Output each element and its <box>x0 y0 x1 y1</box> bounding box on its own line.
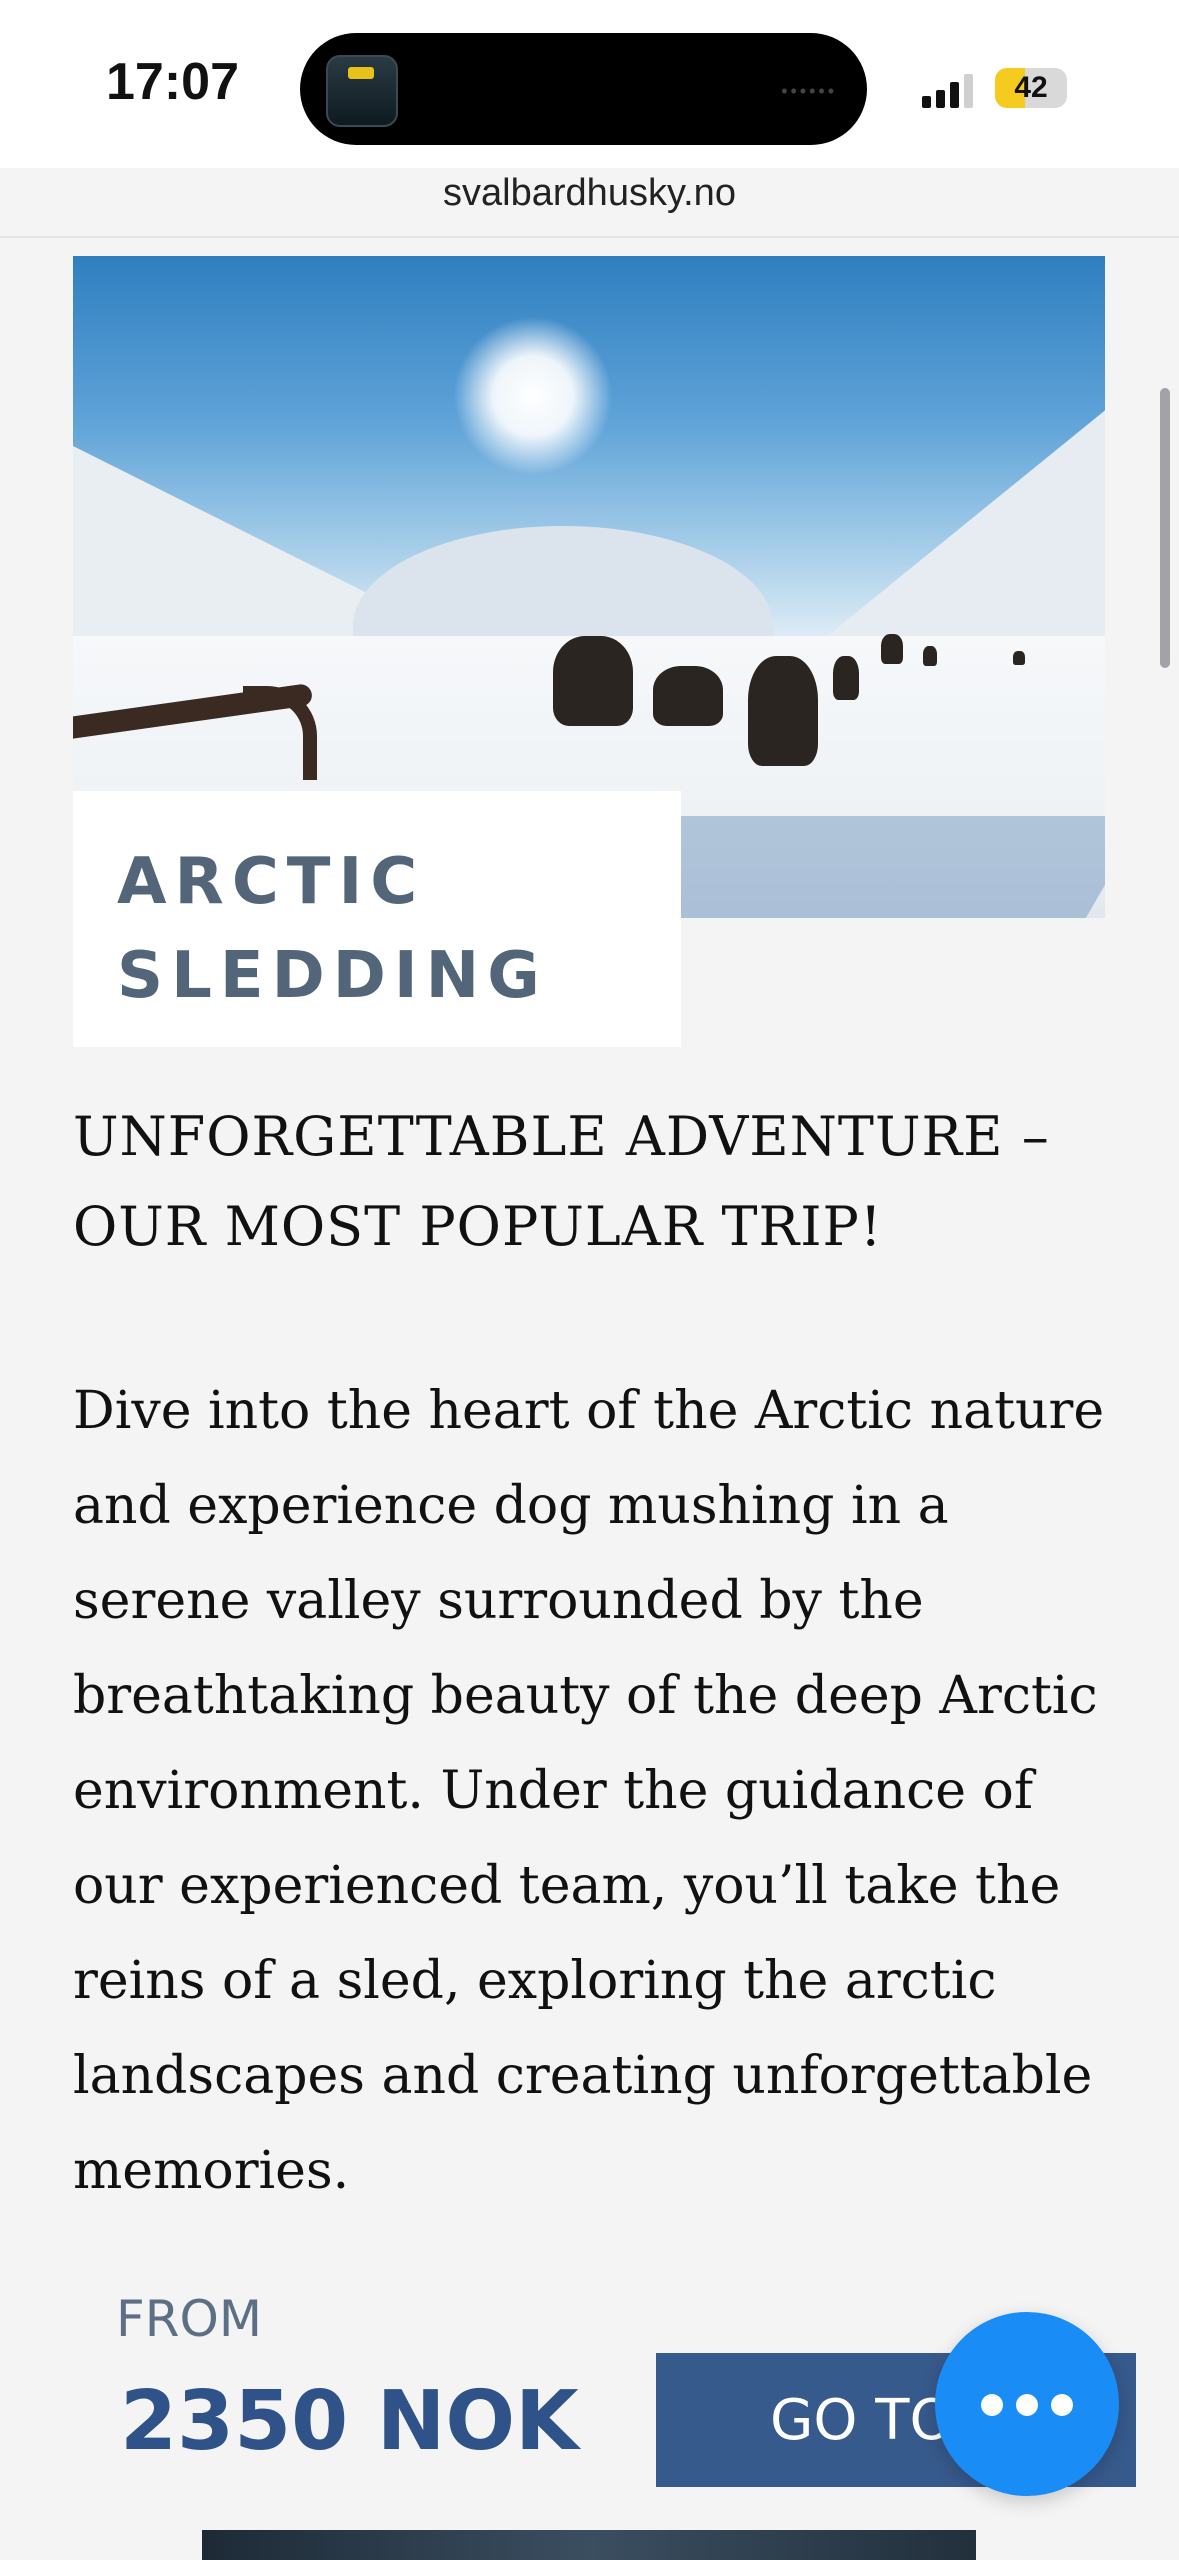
trip-description: Dive into the heart of the Arctic nature… <box>73 1381 1105 2201</box>
island-dots-icon: •••••• <box>781 81 837 101</box>
scrollbar[interactable] <box>1160 388 1170 668</box>
price-value: 2350 NOK <box>120 2374 579 2469</box>
battery-indicator: 42 <box>995 68 1067 108</box>
dog <box>833 656 859 700</box>
dog <box>881 634 903 664</box>
app-thumbnail-icon <box>326 55 398 127</box>
battery-level: 42 <box>1014 71 1048 104</box>
status-time: 17:07 <box>106 53 239 111</box>
dog <box>553 636 633 726</box>
address-bar-divider <box>0 236 1179 238</box>
trip-subtitle: UNFORGETTABLE ADVENTURE – OUR MOST POPUL… <box>73 1105 1050 1258</box>
chat-button[interactable] <box>935 2312 1119 2496</box>
status-bar: 17:07 •••••• 42 svalbardhusky.no <box>0 0 1179 238</box>
price-from-label: FROM <box>116 2290 262 2348</box>
dynamic-island: •••••• <box>300 33 867 145</box>
mountain-right <box>815 386 1105 646</box>
dog <box>923 646 937 666</box>
page-title: ARCTIC SLEDDING <box>117 845 548 1013</box>
dog <box>1013 651 1025 665</box>
chat-dot <box>981 2394 1003 2416</box>
address-bar-url[interactable]: svalbardhusky.no <box>0 172 1179 215</box>
chat-dot <box>1016 2394 1038 2416</box>
cellular-signal-icon <box>922 72 978 108</box>
chat-dot <box>1051 2394 1073 2416</box>
dog <box>653 666 723 726</box>
title-card: ARCTIC SLEDDING <box>73 791 681 1047</box>
dog <box>748 656 818 766</box>
